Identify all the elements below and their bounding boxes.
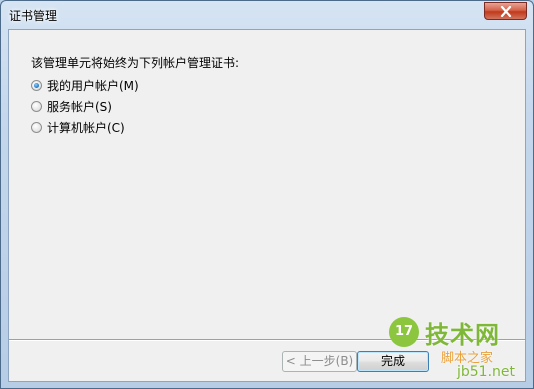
radio-computer-account[interactable] [31, 121, 42, 133]
dialog-window: 证书管理 该管理单元将始终为下列帐户管理证书: 我的用户帐户(M) 服务帐户(S… [0, 0, 534, 389]
prompt-text: 该管理单元将始终为下列帐户管理证书: [31, 56, 240, 70]
watermark-logo: 17 [389, 317, 419, 347]
watermark-line-1: 技术网 [425, 321, 500, 349]
radio-service-account[interactable] [31, 100, 42, 112]
site-watermark: 17 技术网 脚本之家 jb51.net [389, 313, 533, 388]
close-icon [500, 6, 512, 17]
option-service-account[interactable]: 服务帐户(S) [31, 98, 112, 114]
watermark-line-3: jb51.net [457, 364, 516, 380]
option-label-computer-account: 计算机帐户(C) [47, 120, 125, 135]
option-computer-account[interactable]: 计算机帐户(C) [31, 119, 125, 135]
back-button[interactable]: < 上一步(B) [282, 351, 357, 372]
option-label-my-user-account: 我的用户帐户(M) [47, 78, 139, 93]
radio-my-user-account[interactable] [31, 79, 42, 91]
close-button[interactable] [484, 2, 527, 20]
title-bar[interactable]: 证书管理 [1, 1, 533, 29]
window-title: 证书管理 [9, 9, 58, 23]
option-my-user-account[interactable]: 我的用户帐户(M) [31, 77, 139, 93]
option-label-service-account: 服务帐户(S) [47, 99, 112, 114]
